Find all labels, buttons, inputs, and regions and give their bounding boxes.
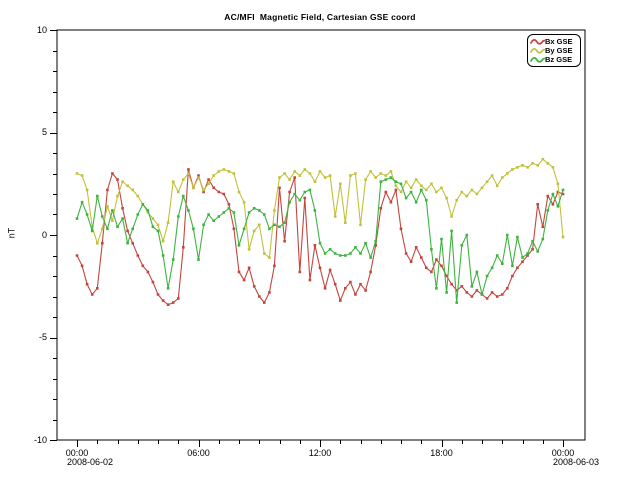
y-tick-label: 0 <box>17 230 47 240</box>
legend-label-bx: Bx GSE <box>545 38 573 46</box>
legend-label-by: By GSE <box>545 47 573 55</box>
plot-area <box>0 0 640 480</box>
x-tick-label: 06:00 <box>182 448 216 458</box>
end-date-label: 2008-06-03 <box>553 457 599 467</box>
y-axis-title: nT <box>6 228 16 239</box>
legend-item-by: By GSE <box>530 46 577 55</box>
x-tick-label: 18:00 <box>425 448 459 458</box>
legend-line-sample-bz <box>530 56 545 64</box>
legend-label-bz: Bz GSE <box>545 56 572 64</box>
legend-item-bx: Bx GSE <box>530 37 577 46</box>
series-bz-line <box>77 178 563 303</box>
y-tick-label: 5 <box>17 127 47 137</box>
legend-item-bz: Bz GSE <box>530 55 577 64</box>
chart-image: AC/MFI Magnetic Field, Cartesian GSE coo… <box>0 0 640 480</box>
x-tick-label: 12:00 <box>303 448 337 458</box>
x-tick-label: 00:00 <box>60 448 94 458</box>
y-tick-label: -10 <box>17 435 47 445</box>
series-bx-line <box>77 169 563 304</box>
legend-line-sample-by <box>530 47 545 55</box>
y-tick-label: 10 <box>17 25 47 35</box>
series-bx-markers <box>76 169 565 304</box>
y-tick-label: -5 <box>17 332 47 342</box>
start-date-label: 2008-06-02 <box>67 457 113 467</box>
x-tick-label: 00:00 <box>546 448 580 458</box>
plot-frame <box>57 30 585 440</box>
legend: Bx GSEBy GSEBz GSE <box>527 34 581 67</box>
legend-line-sample-bx <box>530 38 545 46</box>
